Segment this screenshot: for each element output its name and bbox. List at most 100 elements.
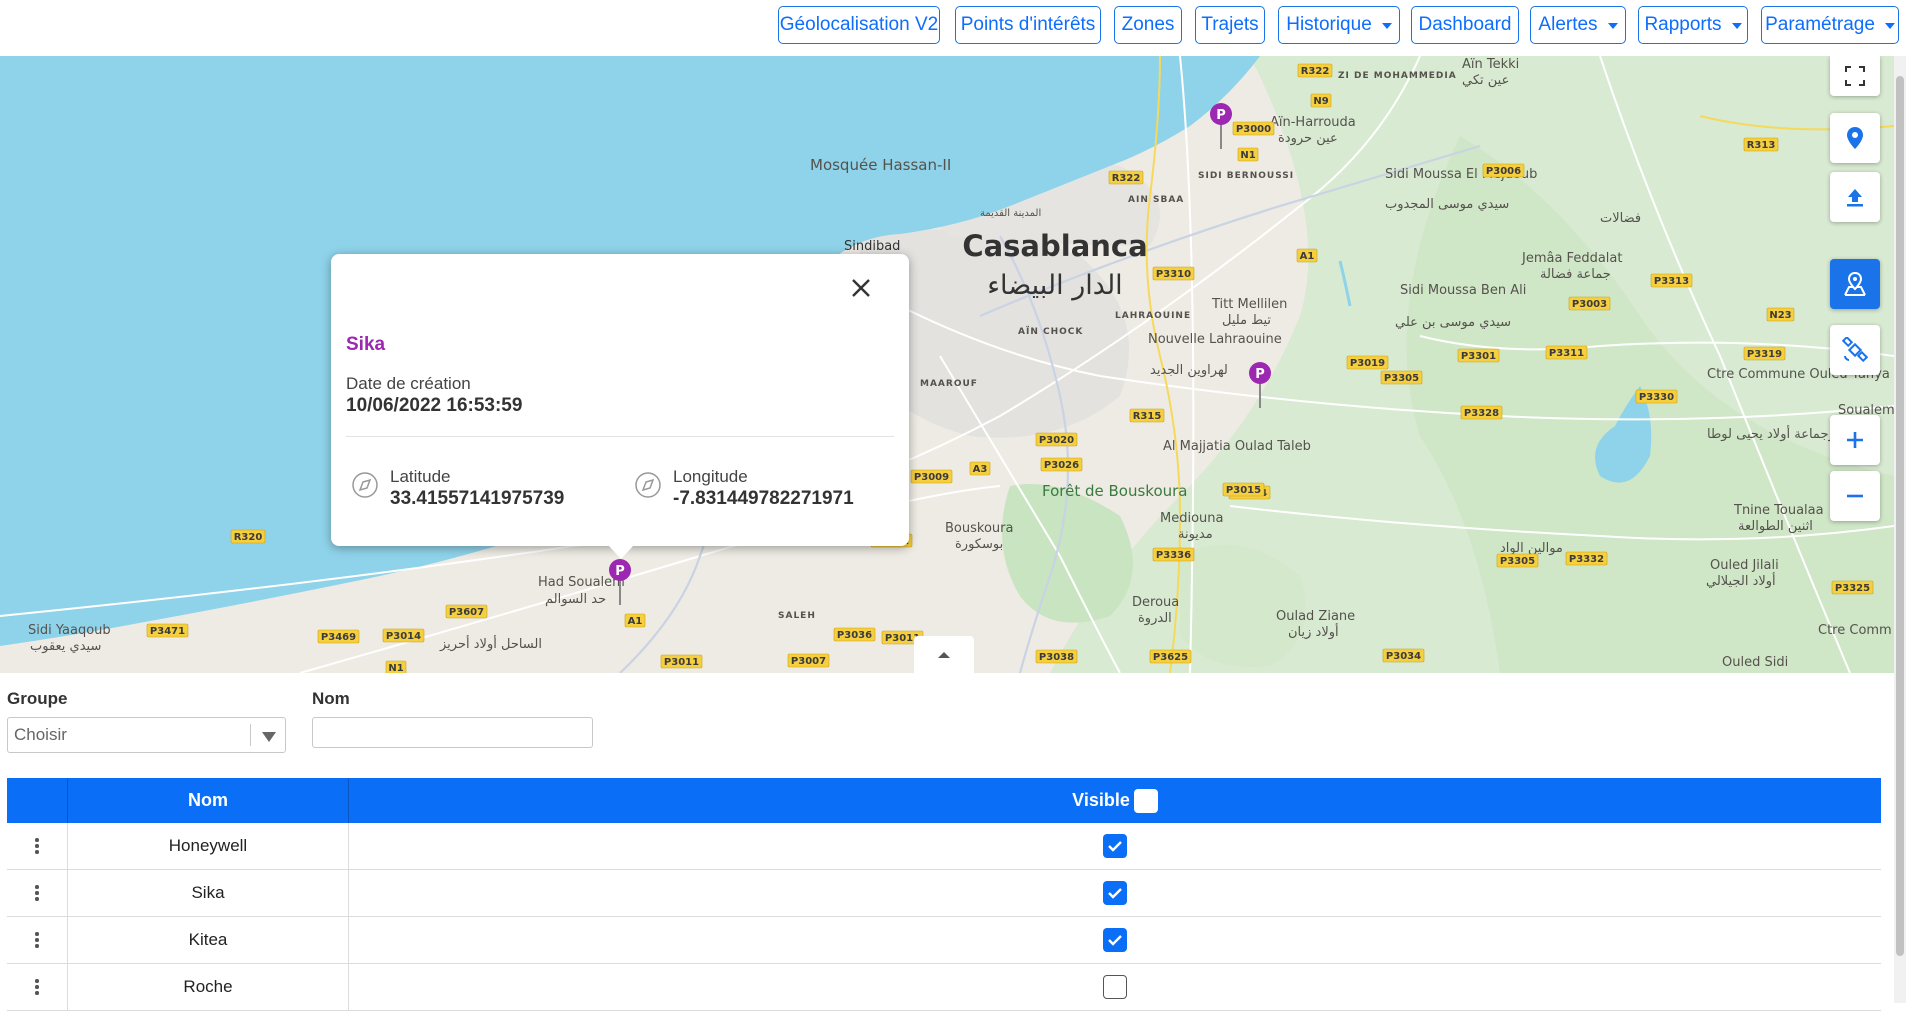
map-location-icon bbox=[1844, 271, 1866, 296]
map-label-mosque: Mosquée Hassan-II bbox=[810, 156, 951, 174]
header-visible: Visible bbox=[349, 778, 1881, 823]
road-tag: P3305 bbox=[1496, 553, 1539, 568]
caret-down-icon bbox=[1884, 23, 1895, 29]
checkmark-icon bbox=[1108, 841, 1122, 852]
nav-historique-dropdown[interactable]: Historique bbox=[1278, 6, 1400, 44]
compass-icon bbox=[352, 472, 378, 498]
road-tag: R313 bbox=[1743, 137, 1779, 152]
table-row: Sika bbox=[7, 870, 1881, 917]
road-tag: P3330 bbox=[1635, 389, 1678, 404]
visible-checkbox[interactable] bbox=[1103, 975, 1127, 999]
visible-checkbox[interactable] bbox=[1103, 834, 1127, 858]
nav-geolocalisation-button[interactable]: Géolocalisation V2 bbox=[778, 6, 940, 44]
road-tag-label: P3330 bbox=[1639, 392, 1674, 403]
nav-trajets-button[interactable]: Trajets bbox=[1195, 6, 1265, 44]
name-filter-input[interactable] bbox=[312, 717, 593, 748]
close-icon[interactable] bbox=[847, 274, 875, 302]
kebab-menu-icon[interactable] bbox=[29, 879, 45, 907]
road-tag: N1 bbox=[385, 660, 407, 673]
map-label-nouvelle-lahraouine: Nouvelle Lahraouine bbox=[1148, 332, 1282, 347]
popup-divider bbox=[346, 436, 894, 437]
kebab-menu-icon[interactable] bbox=[29, 973, 45, 1001]
road-tag: P3301 bbox=[1457, 348, 1500, 363]
road-tag-label: P3006 bbox=[1486, 166, 1521, 177]
map-label-mosque-ar: المدينة القديمة bbox=[980, 208, 1041, 219]
map-label-ain-harrouda-ar: عين حرودة bbox=[1278, 131, 1338, 146]
collapse-map-button[interactable] bbox=[914, 636, 974, 674]
caret-down-icon bbox=[1381, 23, 1392, 29]
kebab-menu-icon[interactable] bbox=[29, 926, 45, 954]
compass-icon bbox=[635, 472, 661, 498]
map-label-foret-bouskoura: Forêt de Bouskoura bbox=[1042, 482, 1188, 500]
svg-text:P: P bbox=[1216, 108, 1226, 123]
longitude-label: Longitude bbox=[673, 467, 748, 486]
map-label-ouled-sidi: Ouled Sidi bbox=[1722, 655, 1788, 670]
road-tag-label: A3 bbox=[973, 464, 988, 475]
scrollbar-thumb[interactable] bbox=[1896, 76, 1904, 956]
road-tag-label: R322 bbox=[1112, 173, 1141, 184]
road-tag-label: N1 bbox=[388, 663, 403, 673]
map-pin-icon bbox=[1847, 127, 1863, 149]
road-tag-label: P3305 bbox=[1384, 373, 1419, 384]
nav-points-interets-button[interactable]: Points d'intérêts bbox=[955, 6, 1101, 44]
nav-dashboard-button[interactable]: Dashboard bbox=[1411, 6, 1519, 44]
road-tag: P3014 bbox=[382, 628, 425, 643]
road-tag: P3305 bbox=[1380, 370, 1423, 385]
satellite-button[interactable] bbox=[1830, 325, 1880, 375]
road-tag-label: P3014 bbox=[386, 631, 421, 642]
road-tag: A1 bbox=[624, 613, 646, 628]
road-tag-label: P3310 bbox=[1156, 269, 1191, 280]
fullscreen-icon bbox=[1845, 66, 1865, 86]
road-tag: A1 bbox=[1296, 248, 1318, 263]
map-canvas[interactable]: Casablanca الدار البيضاء Mosquée Hassan-… bbox=[0, 56, 1894, 673]
row-visible-cell bbox=[349, 917, 1881, 963]
road-tag: P3471 bbox=[146, 623, 189, 638]
kebab-menu-icon[interactable] bbox=[29, 832, 45, 860]
map-label-ain-harrouda: Aïn-Harrouda bbox=[1270, 115, 1356, 130]
nav-label: Trajets bbox=[1201, 14, 1259, 35]
group-select-value: Choisir bbox=[14, 725, 67, 744]
row-actions-cell bbox=[7, 917, 68, 963]
group-select[interactable]: Choisir bbox=[7, 717, 286, 753]
nav-zones-button[interactable]: Zones bbox=[1114, 6, 1182, 44]
nav-alertes-dropdown[interactable]: Alertes bbox=[1530, 6, 1626, 44]
fullscreen-button[interactable] bbox=[1830, 56, 1880, 96]
nav-label: Zones bbox=[1121, 14, 1175, 35]
header-name[interactable]: Nom bbox=[68, 778, 349, 823]
map-label-deroua-ar: الدروة bbox=[1138, 611, 1172, 626]
visible-checkbox[interactable] bbox=[1103, 881, 1127, 905]
latitude-value: 33.41557141975739 bbox=[390, 488, 565, 509]
page-scrollbar[interactable] bbox=[1894, 56, 1906, 1003]
caret-down-icon bbox=[1731, 23, 1742, 29]
row-name: Honeywell bbox=[168, 836, 248, 855]
map-label-sidi-yaaqoub: Sidi Yaaqoub bbox=[28, 623, 111, 638]
zoom-out-button[interactable] bbox=[1830, 471, 1880, 521]
header-actions-cell bbox=[7, 778, 68, 823]
map-label-titt-mellil: Titt Mellilen bbox=[1211, 297, 1287, 312]
svg-text:P: P bbox=[1255, 367, 1265, 382]
visible-checkbox[interactable] bbox=[1103, 928, 1127, 952]
road-tag: R322 bbox=[1297, 63, 1333, 78]
road-tag: P3469 bbox=[317, 629, 360, 644]
top-navbar: Géolocalisation V2 Points d'intérêts Zon… bbox=[0, 0, 1906, 56]
road-tag: P3332 bbox=[1565, 551, 1608, 566]
locate-button[interactable] bbox=[1830, 113, 1880, 163]
map-label-bouskoura: Bouskoura bbox=[945, 521, 1013, 536]
nav-parametrage-dropdown[interactable]: Paramétrage bbox=[1761, 6, 1899, 44]
map-label-ouled-jilali: Ouled Jilali bbox=[1710, 558, 1779, 573]
select-all-checkbox[interactable] bbox=[1133, 788, 1158, 813]
road-tag: P3015 bbox=[1222, 482, 1265, 497]
upload-button[interactable] bbox=[1830, 172, 1880, 222]
road-tag-label: R315 bbox=[1133, 411, 1162, 422]
road-tag: P3006 bbox=[1482, 163, 1525, 178]
map-view[interactable]: Casablanca الدار البيضاء Mosquée Hassan-… bbox=[0, 56, 1894, 673]
caret-down-icon bbox=[1607, 23, 1618, 29]
map-label-ain-chock: AÏN CHOCK bbox=[1018, 326, 1083, 337]
zoom-in-button[interactable] bbox=[1830, 415, 1880, 465]
map-layer-button[interactable] bbox=[1830, 259, 1880, 309]
map-label-mediouna-ar: مديونة bbox=[1178, 527, 1213, 542]
road-tag-label: P3034 bbox=[1386, 651, 1421, 662]
map-label-sidi-moussa-ben-ali: Sidi Moussa Ben Ali bbox=[1400, 283, 1526, 298]
road-tag: N9 bbox=[1310, 93, 1332, 108]
nav-rapports-dropdown[interactable]: Rapports bbox=[1638, 6, 1748, 44]
